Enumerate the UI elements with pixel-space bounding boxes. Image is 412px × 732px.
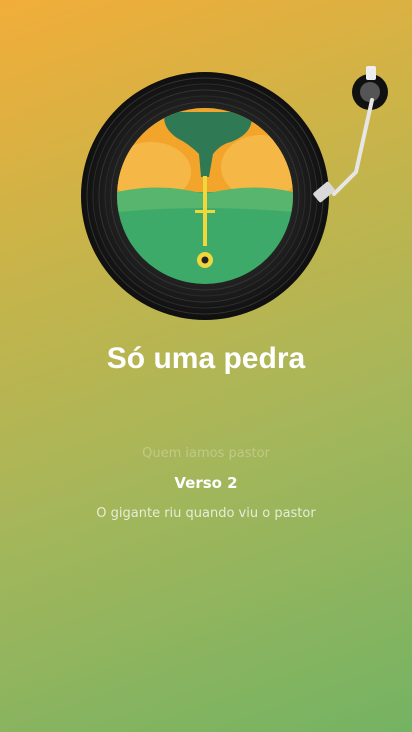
tonearm-icon bbox=[313, 66, 388, 203]
song-title: Só uma pedra bbox=[106, 342, 306, 375]
lyric-previous-line: Quem iamos pastor bbox=[142, 446, 270, 461]
lyric-next-line: O gigante riu quando viu o pastor bbox=[96, 506, 316, 521]
vinyl-record[interactable] bbox=[81, 72, 329, 320]
lyric-current-line: Verso 2 bbox=[174, 474, 238, 492]
vinyl-record-icon bbox=[81, 72, 329, 320]
tonearm[interactable] bbox=[300, 60, 400, 210]
